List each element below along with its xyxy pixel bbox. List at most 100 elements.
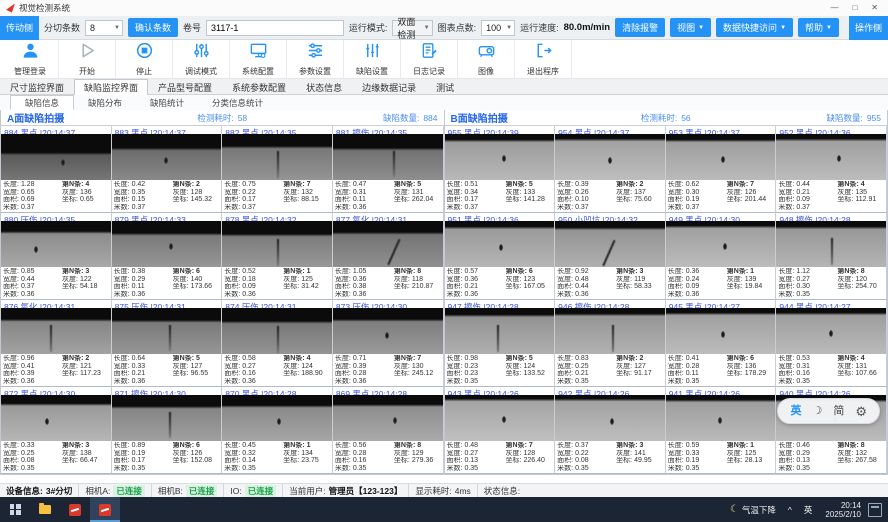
tab-test[interactable]: 测试: [426, 79, 464, 94]
operation-side-button[interactable]: 操作侧: [849, 16, 888, 40]
view-menu-button[interactable]: 视图▼: [670, 18, 711, 37]
defect-cell[interactable]: 870 黑点 |20:14:28 长度:0.45宽度:0.32面积:0.14米数…: [222, 387, 333, 474]
app-shortcut-button[interactable]: [60, 497, 90, 522]
tab-size-monitor[interactable]: 尺寸监控界面: [0, 79, 74, 94]
start-button[interactable]: 开始: [59, 40, 116, 78]
stop-button[interactable]: 停止: [116, 40, 173, 78]
defect-cell[interactable]: 942 黑点 |20:14:26 长度:0.37宽度:0.22面积:0.08米数…: [555, 387, 666, 474]
weather-widget[interactable]: ☾ 气温下降: [724, 497, 782, 522]
taskbar-clock[interactable]: 20:14 2025/2/10: [818, 501, 868, 519]
defect-cell[interactable]: 881 擦伤 |20:14:35 长度:0.47宽度:0.31面积:0.11米数…: [333, 126, 444, 213]
defect-settings-button[interactable]: 缺陷设置: [344, 40, 401, 78]
subtab-defect-distribution[interactable]: 缺陷分布: [74, 96, 136, 110]
run-mode-select[interactable]: 双面检测 ▼: [392, 20, 432, 36]
close-button[interactable]: ✕: [871, 0, 878, 16]
lang-simplified-toggle[interactable]: 简: [833, 406, 844, 417]
tab-system-param-config[interactable]: 系统参数配置: [222, 79, 296, 94]
defect-image: [666, 308, 776, 354]
defect-cell[interactable]: 952 黑点 |20:14:36 长度:0.44宽度:0.21面积:0.09米数…: [776, 126, 887, 213]
defect-cell[interactable]: 946 擦伤 |20:14:28 长度:0.83宽度:0.25面积:0.21米数…: [555, 300, 666, 387]
gear-icon[interactable]: ⚙: [855, 405, 867, 418]
detail-label: 坐标:: [62, 196, 78, 203]
minimize-button[interactable]: —: [830, 0, 838, 16]
chart-points-select[interactable]: 100 ▼: [481, 20, 515, 36]
defect-cell[interactable]: 883 黑点 |20:14:37 长度:0.42宽度:0.35面积:0.15米数…: [112, 126, 223, 213]
start-button[interactable]: [0, 497, 30, 522]
log-record-button[interactable]: 日志记录: [401, 40, 458, 78]
file-explorer-button[interactable]: [30, 497, 60, 522]
defect-cell-header: 947 擦伤 |20:14:28: [445, 300, 555, 308]
defect-cell[interactable]: 944 黑点 |20:14:27 长度:0.53宽度:0.31面积:0.16米数…: [776, 300, 887, 387]
defect-cell[interactable]: 875 压伤 |20:14:31 长度:0.64宽度:0.33面积:0.21米数…: [112, 300, 223, 387]
confirm-count-button[interactable]: 确认条数: [128, 18, 178, 37]
tab-defect-monitor[interactable]: 缺陷监控界面: [74, 79, 148, 95]
defect-cell[interactable]: 879 黑点 |20:14:33 长度:0.38宽度:0.29面积:0.11米数…: [112, 213, 223, 300]
defect-cell[interactable]: 943 黑点 |20:14:26 长度:0.48宽度:0.27面积:0.13米数…: [445, 387, 556, 474]
detail-value: 66.47: [80, 457, 98, 464]
subtab-class-info-stats[interactable]: 分类信息统计: [198, 96, 277, 110]
detail-value: 4: [85, 181, 89, 188]
defect-cell[interactable]: 949 黑点 |20:14:30 长度:0.36宽度:0.24面积:0.09米数…: [666, 213, 777, 300]
notification-center-icon[interactable]: [868, 503, 882, 517]
detail-value: 3: [85, 442, 89, 449]
defect-cell[interactable]: 873 压伤 |20:14:30 长度:0.71宽度:0.39面积:0.28米数…: [333, 300, 444, 387]
exit-program-button[interactable]: 退出程序: [515, 40, 572, 78]
detail-label: 灰度:: [394, 450, 410, 457]
maximize-button[interactable]: □: [852, 0, 857, 16]
defect-image: [555, 221, 665, 267]
defect-cell[interactable]: 869 黑点 |20:14:28 长度:0.56宽度:0.28面积:0.16米数…: [333, 387, 444, 474]
defect-cell[interactable]: 953 黑点 |20:14:37 长度:0.62宽度:0.30面积:0.19米数…: [666, 126, 777, 213]
defect-cell[interactable]: 882 黑点 |20:14:35 长度:0.75宽度:0.22面积:0.17米数…: [222, 126, 333, 213]
detail-value: 131: [855, 363, 867, 370]
defect-cell[interactable]: 955 黑点 |20:14:39 长度:0.51宽度:0.34面积:0.17米数…: [445, 126, 556, 213]
defect-cell[interactable]: 872 黑点 |20:14:30 长度:0.33宽度:0.25面积:0.08米数…: [1, 387, 112, 474]
tray-chevron[interactable]: ^: [782, 497, 798, 522]
data-quick-access-menu-button[interactable]: 数据快捷访问▼: [716, 18, 793, 37]
detail-label: 长度:: [114, 268, 130, 275]
defect-cell[interactable]: 877 氧化 |20:14:31 长度:1.05宽度:0.36面积:0.38米数…: [333, 213, 444, 300]
slit-count-select[interactable]: 8 ▼: [85, 20, 123, 36]
running-app-button[interactable]: [90, 497, 120, 522]
defect-cell[interactable]: 878 黑点 |20:14:32 长度:0.52宽度:0.18面积:0.09米数…: [222, 213, 333, 300]
defect-cell[interactable]: 945 黑点 |20:14:27 长度:0.41宽度:0.28面积:0.11米数…: [666, 300, 777, 387]
detail-value: 0.98: [464, 355, 478, 362]
tab-edge-data-record[interactable]: 边缘数据记录: [352, 79, 426, 94]
detail-label: 宽度:: [668, 189, 684, 196]
defect-details: 长度:0.71宽度:0.39面积:0.28米数:0.36 第N条:7灰度:130…: [333, 354, 443, 386]
defect-image: [445, 221, 555, 267]
defect-cell[interactable]: 951 黑点 |20:14:36 长度:0.57宽度:0.36面积:0.21米数…: [445, 213, 556, 300]
input-language-indicator[interactable]: 英: [798, 497, 819, 522]
detail-value: 4: [861, 355, 865, 362]
transmission-side-button[interactable]: 传动侧: [0, 16, 39, 40]
subtab-defect-stats[interactable]: 缺陷统计: [136, 96, 198, 110]
tab-status-info[interactable]: 状态信息: [296, 79, 352, 94]
detail-label: 坐标:: [506, 370, 522, 377]
defect-cell[interactable]: 876 氧化 |20:14:31 长度:0.96宽度:0.41面积:0.39米数…: [1, 300, 112, 387]
theme-moon-icon[interactable]: ☽: [812, 406, 822, 417]
debug-mode-button[interactable]: 调试模式: [173, 40, 230, 78]
detail-label: 灰度:: [394, 189, 410, 196]
tab-product-model-config[interactable]: 产品型号配置: [148, 79, 222, 94]
clear-alarm-button[interactable]: 清除报警: [615, 18, 665, 37]
detail-value: 0.27: [242, 363, 256, 370]
detail-label: 长度:: [557, 355, 573, 362]
defect-details: 长度:0.41宽度:0.28面积:0.11米数:0.35 第N条:6灰度:136…: [666, 354, 776, 386]
param-settings-button[interactable]: 参数设置: [287, 40, 344, 78]
roll-number-input[interactable]: [206, 20, 344, 36]
help-menu-button[interactable]: 帮助▼: [798, 18, 839, 37]
detail-value: 0.53: [796, 355, 810, 362]
defect-cell[interactable]: 950 小凹坑 |20:14:32 长度:0.92宽度:0.48面积:0.44米…: [555, 213, 666, 300]
defect-cell[interactable]: 880 压伤 |20:14:35 长度:0.85宽度:0.44面积:0.37米数…: [1, 213, 112, 300]
admin-login-button[interactable]: 管理登录: [2, 40, 59, 78]
defect-cell[interactable]: 941 黑点 |20:14:26 长度:0.59宽度:0.33面积:0.19米数…: [666, 387, 777, 474]
defect-cell[interactable]: 948 擦伤 |20:14:28 长度:1.12宽度:0.27面积:0.30米数…: [776, 213, 887, 300]
subtab-defect-info[interactable]: 缺陷信息: [10, 95, 74, 110]
defect-cell[interactable]: 884 黑点 |20:14:37 长度:1.28宽度:0.65面积:0.69米数…: [1, 126, 112, 213]
defect-cell[interactable]: 954 黑点 |20:14:37 长度:0.39宽度:0.26面积:0.10米数…: [555, 126, 666, 213]
system-config-button[interactable]: 系统配置: [230, 40, 287, 78]
defect-cell[interactable]: 871 擦伤 |20:14:30 长度:0.89宽度:0.19面积:0.17米数…: [112, 387, 223, 474]
defect-cell[interactable]: 874 压伤 |20:14:31 长度:0.58宽度:0.27面积:0.16米数…: [222, 300, 333, 387]
image-button[interactable]: 图像: [458, 40, 515, 78]
lang-english-toggle[interactable]: 英: [790, 406, 801, 417]
defect-cell[interactable]: 947 擦伤 |20:14:28 长度:0.98宽度:0.23面积:0.23米数…: [445, 300, 556, 387]
